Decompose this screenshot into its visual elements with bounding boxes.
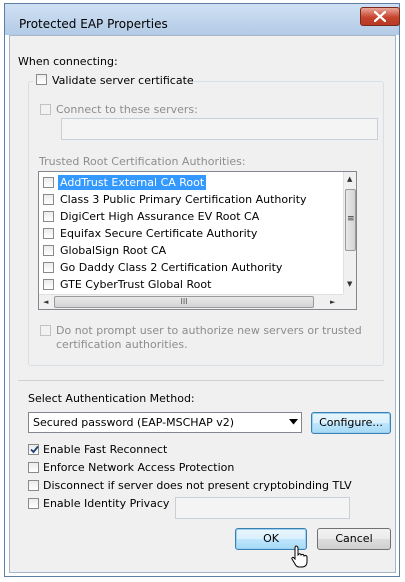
vertical-scroll-thumb[interactable]: ≡	[345, 189, 356, 251]
section-divider	[18, 380, 384, 381]
cryptobinding-checkbox[interactable]	[28, 480, 39, 491]
auth-method-heading: Select Authentication Method:	[28, 392, 195, 405]
fast-reconnect-label[interactable]: Enable Fast Reconnect	[43, 443, 167, 456]
scroll-up-icon[interactable]: ▲	[347, 175, 352, 183]
connect-servers-label: Connect to these servers:	[56, 103, 198, 116]
no-prompt-label-line2: certification authorities.	[56, 338, 188, 351]
list-item[interactable]: DigiCert High Assurance EV Root CA	[39, 208, 343, 225]
list-item-checkbox[interactable]	[43, 228, 54, 239]
list-item-label: Class 3 Public Primary Certification Aut…	[60, 193, 307, 206]
fast-reconnect-checkbox[interactable]	[28, 444, 39, 455]
list-item-label: GlobalSign Root CA	[60, 244, 167, 257]
close-icon	[374, 11, 386, 22]
scroll-corner	[343, 294, 356, 309]
connect-servers-checkbox[interactable]	[40, 104, 51, 115]
scroll-right-icon[interactable]: ►	[330, 298, 335, 306]
no-prompt-label-line1: Do not prompt user to authorize new serv…	[56, 324, 362, 337]
enforce-nap-checkbox[interactable]	[28, 462, 39, 473]
window-title: Protected EAP Properties	[19, 17, 168, 31]
list-item-label: GTE CyberTrust Global Root	[60, 278, 212, 291]
vertical-scrollbar[interactable]: ▲ ≡ ▼	[343, 172, 356, 294]
list-item[interactable]: Go Daddy Class 2 Certification Authority	[39, 259, 343, 276]
list-item-label: Go Daddy Class 2 Certification Authority	[60, 261, 283, 274]
list-item-checkbox[interactable]	[43, 245, 54, 256]
title-bar[interactable]: Protected EAP Properties	[4, 3, 400, 35]
scroll-grip-icon: III	[180, 297, 188, 306]
no-prompt-checkbox[interactable]	[40, 325, 51, 336]
auth-method-value: Secured password (EAP-MSCHAP v2)	[33, 416, 235, 429]
horizontal-scroll-thumb[interactable]: III	[54, 296, 314, 308]
list-item-checkbox[interactable]	[43, 177, 54, 188]
list-item[interactable]: GTE CyberTrust Global Root	[39, 276, 343, 293]
when-connecting-heading: When connecting:	[18, 55, 118, 68]
list-item[interactable]: Class 3 Public Primary Certification Aut…	[39, 191, 343, 208]
identity-input[interactable]	[175, 497, 350, 519]
list-item[interactable]: GlobalSign Root CA	[39, 242, 343, 259]
configure-button[interactable]: Configure...	[311, 412, 391, 434]
list-item-checkbox[interactable]	[43, 194, 54, 205]
scroll-left-icon[interactable]: ◄	[43, 298, 48, 306]
horizontal-scrollbar[interactable]: ◄ III ►	[39, 294, 343, 309]
list-item[interactable]: Equifax Secure Certificate Authority	[39, 225, 343, 242]
checkmark-icon	[30, 445, 39, 454]
list-item-label: Equifax Secure Certificate Authority	[60, 227, 258, 240]
list-item[interactable]: AddTrust External CA Root	[39, 174, 343, 191]
chevron-down-icon[interactable]	[289, 419, 298, 425]
identity-privacy-label[interactable]: Enable Identity Privacy	[43, 497, 169, 510]
list-item-checkbox[interactable]	[43, 262, 54, 273]
identity-privacy-checkbox[interactable]	[28, 498, 39, 509]
list-item-label: DigiCert High Assurance EV Root CA	[60, 210, 260, 223]
hand-cursor-icon	[291, 545, 308, 568]
servers-input[interactable]	[61, 118, 378, 140]
list-item-checkbox[interactable]	[43, 279, 54, 290]
scroll-grip-icon: ≡	[347, 214, 355, 224]
cancel-button[interactable]: Cancel	[317, 528, 391, 550]
list-item-checkbox[interactable]	[43, 211, 54, 222]
close-button[interactable]	[360, 7, 400, 26]
enforce-nap-label[interactable]: Enforce Network Access Protection	[43, 461, 234, 474]
trusted-ca-list[interactable]: AddTrust External CA Root Class 3 Public…	[38, 171, 357, 310]
scroll-down-icon[interactable]: ▼	[347, 280, 352, 288]
auth-method-select[interactable]: Secured password (EAP-MSCHAP v2)	[28, 412, 302, 433]
cryptobinding-label[interactable]: Disconnect if server does not present cr…	[43, 479, 352, 492]
validate-cert-checkbox[interactable]	[36, 74, 47, 85]
validate-cert-label[interactable]: Validate server certificate	[52, 74, 194, 87]
trusted-ca-heading: Trusted Root Certification Authorities:	[39, 155, 246, 168]
list-item-label: AddTrust External CA Root	[58, 175, 207, 190]
